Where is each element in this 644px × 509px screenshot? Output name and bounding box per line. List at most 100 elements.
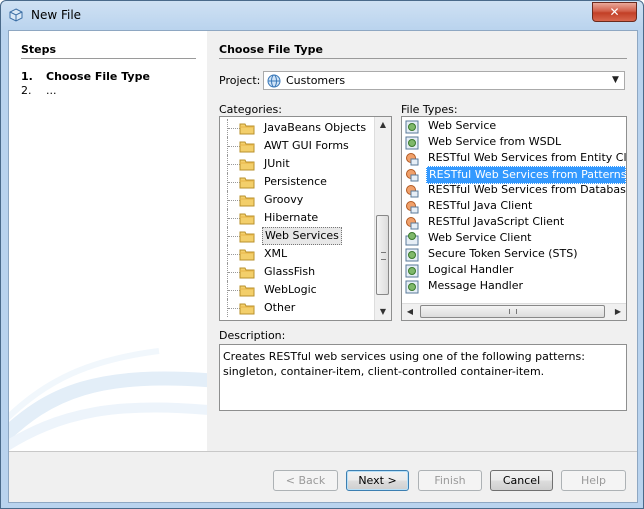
file-type-item[interactable]: Logical Handler <box>402 262 626 278</box>
folder-icon <box>239 302 255 315</box>
folder-icon <box>239 248 255 261</box>
close-button[interactable]: ✕ <box>592 2 637 22</box>
step-2: 2.... <box>21 84 57 97</box>
file-type-item[interactable]: RESTful JavaScript Client <box>402 214 626 230</box>
file-type-label: RESTful Web Services from Entity Classes <box>428 151 627 164</box>
category-label: XML <box>264 247 288 260</box>
page-title: Choose File Type <box>219 43 323 56</box>
decorative-swirl <box>9 348 207 451</box>
file-type-item[interactable]: Web Service Client <box>402 230 626 246</box>
rest-icon <box>405 152 419 166</box>
scroll-down-icon[interactable]: ▼ <box>375 304 391 320</box>
netbeans-cube-icon <box>9 8 23 22</box>
category-item[interactable]: Other <box>220 299 370 317</box>
steps-divider <box>21 58 196 59</box>
category-label: JavaBeans Objects <box>264 121 367 134</box>
file-type-label: Web Service from WSDL <box>428 135 562 148</box>
description-box: Creates RESTful web services using one o… <box>219 344 627 411</box>
globe-icon <box>267 74 281 88</box>
category-item[interactable]: Web Services <box>220 227 370 245</box>
category-item[interactable]: WebLogic <box>220 281 370 299</box>
step-1: 1. Choose File Type <box>21 70 150 83</box>
project-value: Customers <box>286 74 346 87</box>
scrollbar-thumb[interactable] <box>420 305 605 318</box>
scroll-left-icon[interactable]: ◀ <box>402 304 418 320</box>
scroll-up-icon[interactable]: ▲ <box>375 117 391 133</box>
step-label: ... <box>46 84 57 97</box>
file-type-label: Secure Token Service (STS) <box>428 247 578 260</box>
categories-tree[interactable]: JavaBeans Objects AWT GUI Forms JUnit Persi… <box>219 116 392 321</box>
folder-icon <box>239 158 255 171</box>
file-type-item[interactable]: Web Service from WSDL <box>402 134 626 150</box>
file-types-label: File Types: <box>401 103 458 116</box>
folder-icon <box>239 194 255 207</box>
steps-panel: Steps 1. Choose File Type 2.... <box>9 31 207 451</box>
file-type-item[interactable]: Web Service <box>402 118 626 134</box>
grip-icon <box>381 252 386 260</box>
cancel-button[interactable]: Cancel <box>490 470 553 491</box>
categories-label: Categories: <box>219 103 282 116</box>
new-file-dialog: New File ✕ Steps 1. Choose File Type 2...… <box>0 0 644 509</box>
category-label: Other <box>264 301 296 314</box>
close-icon: ✕ <box>609 5 620 19</box>
finish-button[interactable]: Finish <box>418 470 482 491</box>
steps-heading: Steps <box>21 43 57 56</box>
file-type-item[interactable]: RESTful Web Services from Entity Classes <box>402 150 626 166</box>
grip-icon <box>509 309 517 314</box>
step-number: 2. <box>21 84 32 97</box>
file-type-item[interactable]: RESTful Java Client <box>402 198 626 214</box>
category-item[interactable]: Groovy <box>220 191 370 209</box>
web-service-icon <box>405 280 419 294</box>
project-select[interactable]: Customers ▼ <box>263 71 625 90</box>
category-label: WebLogic <box>264 283 317 296</box>
dialog-body: Steps 1. Choose File Type 2.... Choose Fi… <box>8 30 638 503</box>
window-title: New File <box>31 8 82 22</box>
category-item[interactable]: JUnit <box>220 155 370 173</box>
file-type-item[interactable]: RESTful Web Services from Patterns <box>402 166 626 184</box>
rest-icon <box>405 168 419 182</box>
next-button[interactable]: Next > <box>346 470 409 491</box>
web-service-icon <box>405 248 419 262</box>
category-item[interactable]: GlassFish <box>220 263 370 281</box>
project-label: Project: <box>219 74 261 87</box>
description-label: Description: <box>219 329 286 342</box>
step-number: 1. <box>21 70 33 83</box>
rest-icon <box>405 216 419 230</box>
back-button[interactable]: < Back <box>273 470 338 491</box>
title-bar[interactable]: New File ✕ <box>1 1 643 30</box>
categories-scrollbar[interactable]: ▲ ▼ <box>374 117 391 320</box>
category-label: Hibernate <box>264 211 319 224</box>
file-type-label: Web Service Client <box>428 231 532 244</box>
folder-icon <box>239 176 255 189</box>
file-type-label: RESTful Web Services from Database <box>428 183 627 196</box>
title-divider <box>219 58 627 59</box>
help-button[interactable]: Help <box>561 470 626 491</box>
folder-icon <box>239 266 255 279</box>
file-types-hscrollbar[interactable]: ◀ ▶ <box>402 303 626 320</box>
scroll-right-icon[interactable]: ▶ <box>610 304 626 320</box>
category-label: Web Services <box>262 227 342 245</box>
file-type-item[interactable]: Message Handler <box>402 278 626 294</box>
file-type-item[interactable]: RESTful Web Services from Database <box>402 182 626 198</box>
category-label: Groovy <box>264 193 304 206</box>
folder-icon <box>239 122 255 135</box>
folder-icon <box>239 284 255 297</box>
file-type-item[interactable]: Secure Token Service (STS) <box>402 246 626 262</box>
file-types-list[interactable]: Web Service Web Service from WSDL RESTful … <box>401 116 627 321</box>
web-service-icon <box>405 136 419 150</box>
category-label: Persistence <box>264 175 327 188</box>
file-type-label: Logical Handler <box>428 263 514 276</box>
category-item[interactable]: AWT GUI Forms <box>220 137 370 155</box>
category-label: JUnit <box>264 157 290 170</box>
file-type-label: RESTful Java Client <box>428 199 533 212</box>
web-service-client-icon <box>405 232 419 246</box>
scrollbar-thumb[interactable] <box>376 215 389 295</box>
category-label: GlassFish <box>264 265 316 278</box>
category-item[interactable]: JavaBeans Objects <box>220 119 370 137</box>
folder-icon <box>239 212 255 225</box>
category-item[interactable]: Persistence <box>220 173 370 191</box>
category-item[interactable]: Hibernate <box>220 209 370 227</box>
chevron-down-icon[interactable]: ▼ <box>608 73 623 88</box>
category-item[interactable]: XML <box>220 245 370 263</box>
button-bar-divider <box>9 451 637 452</box>
